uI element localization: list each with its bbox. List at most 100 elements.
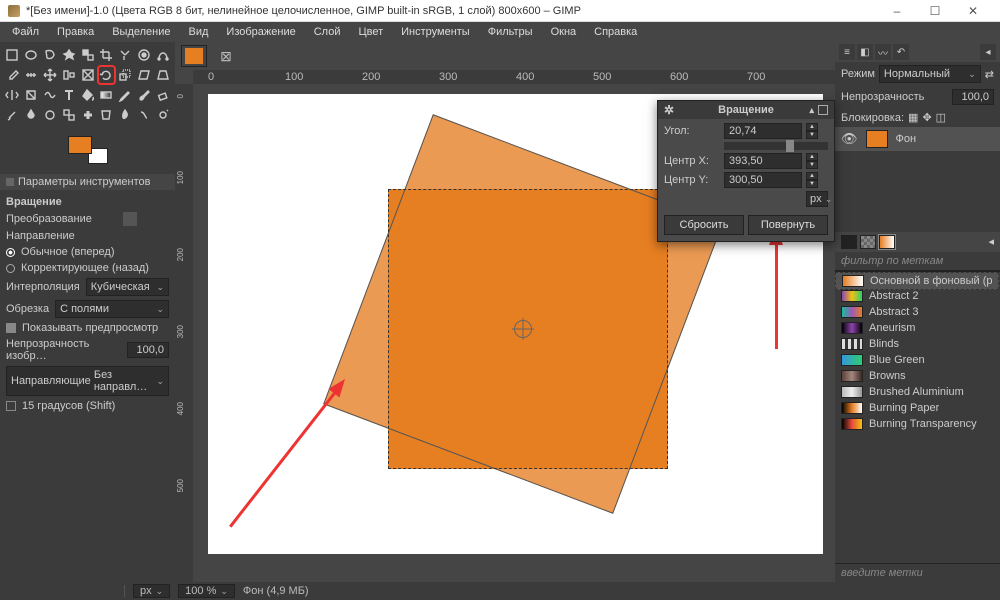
gradient-item[interactable]: Brushed Aluminium	[835, 384, 1000, 400]
image-tab-1[interactable]	[181, 45, 207, 67]
angle-input[interactable]	[724, 123, 802, 139]
gradient-item[interactable]: Abstract 2	[835, 288, 1000, 304]
blend-mode-dropdown[interactable]: Нормальный⌄	[879, 65, 981, 83]
tool-perspective[interactable]	[154, 66, 171, 84]
angle-slider[interactable]	[724, 142, 828, 150]
tool-color-picker[interactable]	[4, 66, 21, 84]
center-y-input[interactable]	[724, 172, 802, 188]
menu-Справка[interactable]: Справка	[586, 24, 645, 40]
menu-Вид[interactable]: Вид	[181, 24, 217, 40]
center-x-input[interactable]	[724, 153, 802, 169]
lock-pixels-icon[interactable]: ▦	[908, 111, 918, 124]
menu-Фильтры[interactable]: Фильтры	[480, 24, 541, 40]
menu-Цвет[interactable]: Цвет	[350, 24, 391, 40]
status-unit-dropdown[interactable]: px⌄	[133, 584, 170, 598]
menu-Слой[interactable]: Слой	[306, 24, 349, 40]
tool-clone[interactable]	[60, 106, 77, 124]
radio-normal[interactable]	[6, 248, 15, 257]
tool-airbrush[interactable]	[4, 106, 21, 124]
layer-opacity-value[interactable]: 100,0	[952, 89, 994, 105]
tab-paths-icon[interactable]: 〰	[875, 44, 891, 60]
tool-paintbrush[interactable]	[135, 86, 152, 104]
lock-alpha-icon[interactable]: ◫	[936, 111, 946, 124]
gradient-tags-input[interactable]: введите метки	[835, 563, 1000, 582]
close-button[interactable]: ✕	[954, 0, 992, 22]
tool-unified-transform[interactable]	[79, 66, 96, 84]
tab-patterns-icon[interactable]	[860, 235, 876, 249]
gradient-list[interactable]: Основной в фоновый (рAbstract 1Abstract …	[835, 271, 1000, 563]
menu-Окна[interactable]: Окна	[543, 24, 585, 40]
tab-menu-icon[interactable]: ◂	[980, 44, 996, 60]
tool-flip[interactable]	[4, 86, 21, 104]
tool-foreground-select[interactable]	[135, 46, 152, 64]
center-y-spinner[interactable]: ▲▼	[806, 172, 818, 188]
tool-align[interactable]	[60, 66, 77, 84]
collapse-icon[interactable]: ▴	[809, 105, 814, 116]
tool-pencil[interactable]	[117, 86, 134, 104]
gradient-item[interactable]: Burning Paper	[835, 400, 1000, 416]
tool-smudge[interactable]	[135, 106, 152, 124]
tab-brushes-icon[interactable]	[841, 235, 857, 249]
rotate-button[interactable]: Повернуть	[748, 215, 828, 235]
tool-heal[interactable]	[79, 106, 96, 124]
maximize-button[interactable]: ☐	[916, 0, 954, 22]
tool-rect-select[interactable]	[4, 46, 21, 64]
angle-spinner[interactable]: ▲▼	[806, 123, 828, 139]
gradient-item[interactable]: Blue Green	[835, 352, 1000, 368]
tool-gradient[interactable]	[98, 86, 115, 104]
tool-iscissors[interactable]	[117, 46, 134, 64]
gradient-item[interactable]: Aneurism	[835, 320, 1000, 336]
tool-by-color-select[interactable]	[79, 46, 96, 64]
tool-crop[interactable]	[98, 46, 115, 64]
tool-ellipse-select[interactable]	[23, 46, 40, 64]
guides-dropdown[interactable]: Направляющие Без направл…⌄	[6, 366, 169, 396]
tab-menu-icon-2[interactable]: ◂	[988, 235, 994, 249]
gradient-item[interactable]: Blinds	[835, 336, 1000, 352]
menu-Выделение[interactable]: Выделение	[104, 24, 178, 40]
gradient-item[interactable]: Abstract 3	[835, 304, 1000, 320]
mode-switch-icon[interactable]: ⇄	[985, 68, 994, 81]
reset-button[interactable]: Сбросить	[664, 215, 744, 235]
menu-Изображение[interactable]: Изображение	[218, 24, 303, 40]
transform-selection-icon[interactable]	[139, 212, 153, 226]
rotate-dialog[interactable]: ✲ Вращение ▴ Угол: ▲▼ Центр X: ▲▼ Центр …	[657, 100, 835, 242]
tool-mypaint-brush[interactable]	[42, 106, 59, 124]
tab-undo-icon[interactable]: ↶	[893, 44, 909, 60]
lock-position-icon[interactable]: ✥	[922, 111, 931, 124]
clipping-dropdown[interactable]: С полями⌄	[55, 300, 169, 318]
tool-free-select[interactable]	[42, 46, 59, 64]
eye-icon[interactable]: 👁	[841, 131, 858, 147]
tool-measure[interactable]	[23, 66, 40, 84]
image-tab-close[interactable]: ⊠	[213, 45, 239, 67]
fifteen-deg-checkbox[interactable]	[6, 401, 16, 411]
fg-bg-colors[interactable]	[68, 136, 108, 164]
show-preview-checkbox[interactable]	[6, 323, 16, 333]
rotate-dialog-title[interactable]: ✲ Вращение ▴	[658, 101, 834, 119]
tool-eraser[interactable]	[154, 86, 171, 104]
menu-Инструменты[interactable]: Инструменты	[393, 24, 478, 40]
tool-blur[interactable]	[117, 106, 134, 124]
status-zoom-dropdown[interactable]: 100 %⌄	[178, 584, 235, 598]
layer-row[interactable]: 👁 Фон	[835, 127, 1000, 151]
tab-layers-icon[interactable]: ≡	[839, 44, 855, 60]
gradient-filter-input[interactable]: фильтр по меткам	[835, 252, 1000, 271]
tool-rotate[interactable]	[98, 66, 115, 84]
tool-perspective-clone[interactable]	[98, 106, 115, 124]
tool-bucket-fill[interactable]	[79, 86, 96, 104]
gradient-item[interactable]: Burning Transparency	[835, 416, 1000, 432]
tool-ink[interactable]	[23, 106, 40, 124]
center-x-spinner[interactable]: ▲▼	[806, 153, 828, 169]
gear-icon[interactable]: ✲	[664, 103, 674, 117]
detach-icon[interactable]	[818, 105, 828, 115]
layer-name[interactable]: Фон	[896, 133, 917, 145]
interpolation-dropdown[interactable]: Кубическая⌄	[86, 278, 169, 296]
tool-cage[interactable]	[23, 86, 40, 104]
menu-Правка[interactable]: Правка	[49, 24, 102, 40]
minimize-button[interactable]: –	[878, 0, 916, 22]
menu-Файл[interactable]: Файл	[4, 24, 47, 40]
tool-paths[interactable]	[154, 46, 171, 64]
radio-corrective[interactable]	[6, 264, 15, 273]
tool-dodge-burn[interactable]	[154, 106, 171, 124]
transform-layer-icon[interactable]	[123, 212, 137, 226]
tool-warp[interactable]	[42, 86, 59, 104]
